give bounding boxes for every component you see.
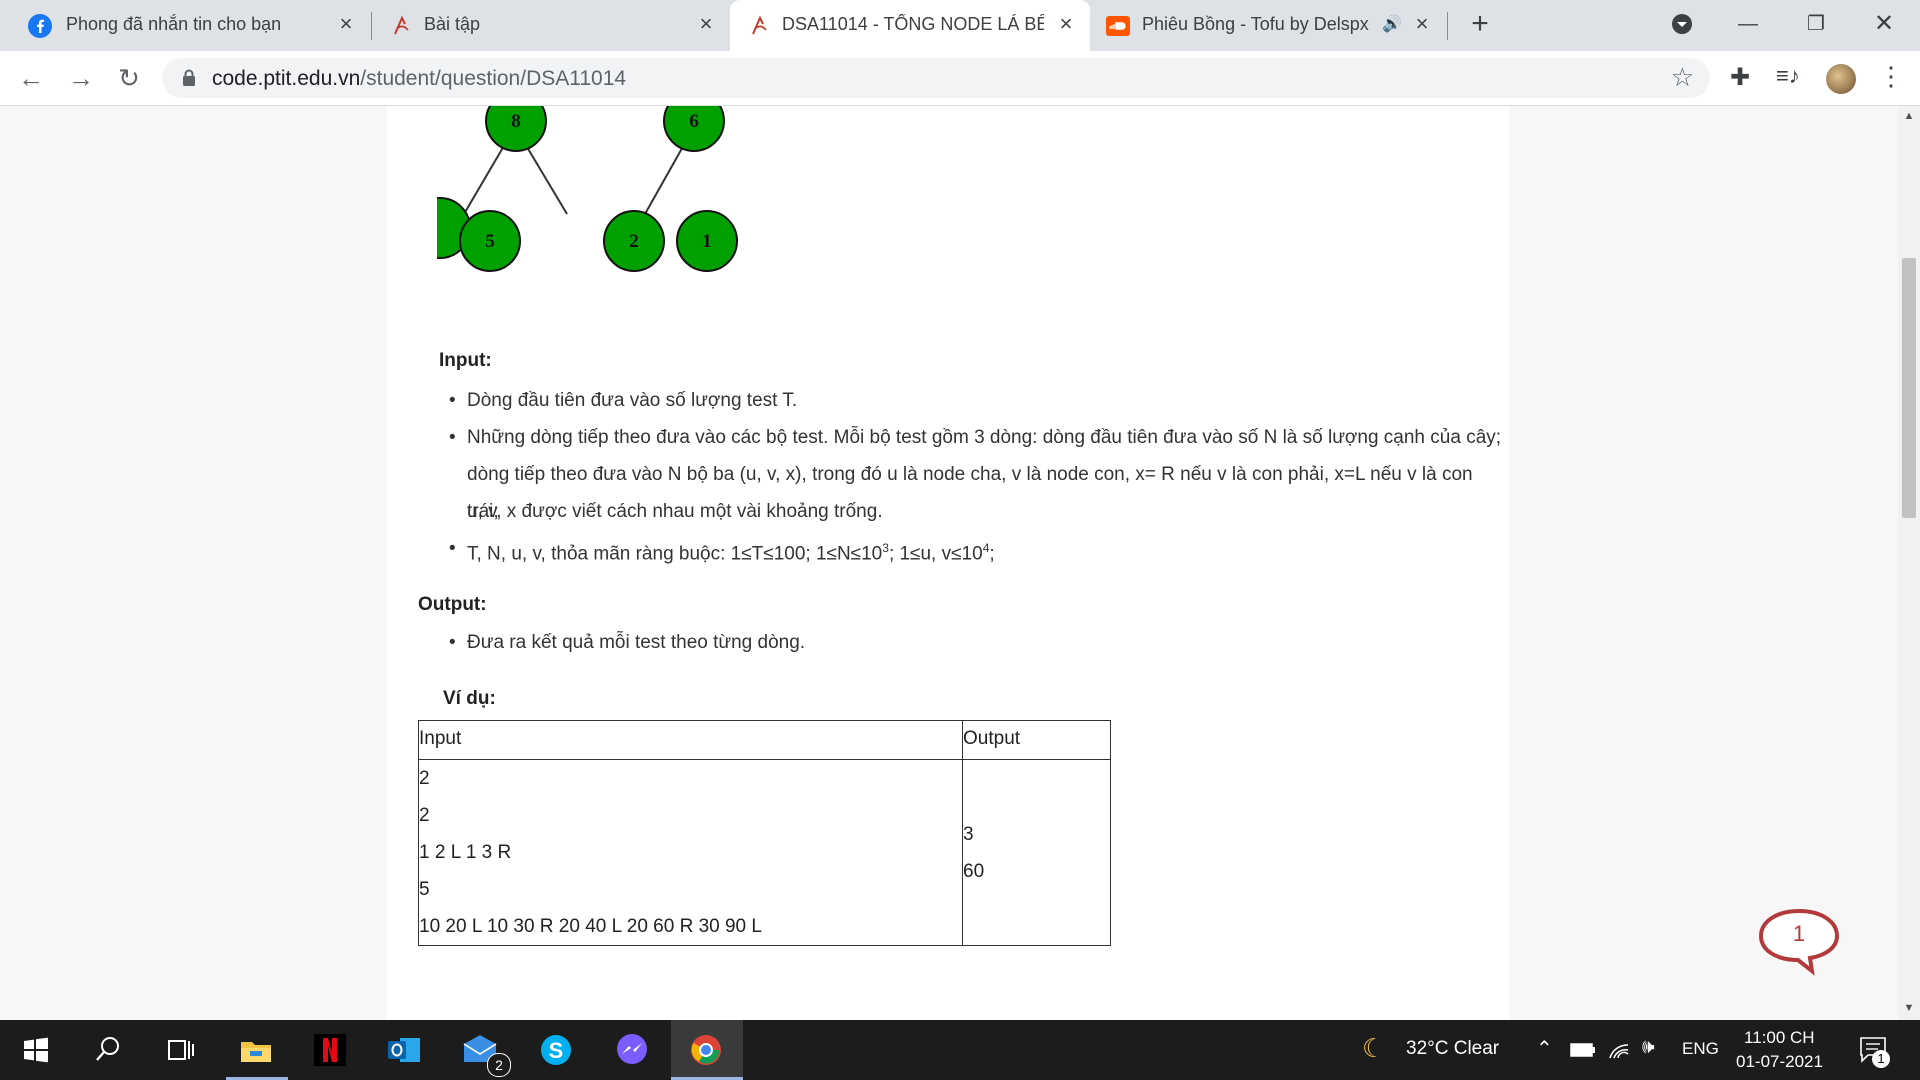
tray-chevron-icon[interactable]: ⌃	[1536, 1036, 1553, 1061]
example-input-line: 5	[419, 879, 430, 900]
tab-close-button[interactable]: ×	[1410, 12, 1434, 36]
scroll-thumb[interactable]	[1902, 258, 1916, 518]
example-input-line: 2	[419, 768, 430, 789]
page-scrollbar[interactable]: ▲ ▼	[1898, 106, 1920, 1020]
tab-search-button[interactable]	[1662, 6, 1702, 42]
tab-soundcloud[interactable]: Phiêu Bồng - Tofu by Delspx 🔊 ×	[1092, 0, 1442, 51]
svg-text:6: 6	[689, 111, 699, 132]
forward-button[interactable]: →	[66, 63, 96, 93]
tree-node-2: 2	[603, 210, 665, 272]
table-header-output: Output	[962, 720, 1111, 760]
table-header-input: Input	[418, 720, 963, 760]
tab-dsa11014[interactable]: DSA11014 - TỔNG NODE LÁ BÊN ×	[730, 0, 1090, 51]
browser-menu-icon[interactable]: ⋮	[1878, 61, 1904, 92]
svg-text:S: S	[549, 1038, 564, 1063]
tab-separator	[1447, 12, 1448, 40]
tree-node-1: 1	[676, 210, 738, 272]
input-bullet-continuation: u, v, x được viết cách nhau một vài khoả…	[467, 501, 883, 522]
ptit-code-icon	[752, 15, 767, 35]
new-tab-button[interactable]: +	[1460, 6, 1500, 42]
windows-taskbar: 2 S ☾ 32°C Clear ⌃ 🕪 ENG 11:00 CH 01-07-…	[0, 1020, 1920, 1080]
example-input-cell: 2 2 1 2 L 1 3 R 5 10 20 L 10 30 R 20 40 …	[418, 759, 963, 946]
media-control-icon[interactable]: ≡♪	[1776, 63, 1800, 89]
tab-title: Phong đã nhắn tin cho bạn	[66, 14, 282, 34]
url-text: code.ptit.edu.vn/student/question/DSA110…	[212, 67, 626, 91]
skype-icon[interactable]: S	[538, 1032, 574, 1068]
tree-node-8: 8	[485, 106, 547, 152]
restore-button[interactable]: ❐	[1796, 6, 1836, 42]
battery-icon[interactable]	[1570, 1042, 1596, 1058]
notification-count-badge: 1	[1872, 1050, 1890, 1068]
weather-text[interactable]: 32°C Clear	[1406, 1038, 1499, 1060]
bookmark-star-icon[interactable]: ☆	[1671, 62, 1694, 93]
example-table: Input Output 2 2 1 2 L 1 3 R 5 10 20 L 1…	[418, 720, 1111, 946]
clock-time[interactable]: 11:00 CH	[1744, 1028, 1815, 1048]
netflix-icon[interactable]	[312, 1032, 348, 1068]
volume-icon[interactable]: 🕪	[1642, 1036, 1655, 1059]
svg-text:2: 2	[629, 231, 639, 252]
messenger-icon[interactable]	[614, 1032, 650, 1068]
tab-close-button[interactable]: ×	[1054, 12, 1078, 36]
output-heading: Output:	[418, 594, 487, 615]
file-explorer-icon[interactable]	[238, 1032, 274, 1068]
svg-text:8: 8	[511, 111, 521, 132]
chevron-down-icon	[1672, 14, 1692, 34]
language-indicator[interactable]: ENG	[1682, 1039, 1719, 1059]
tab-title: Phiêu Bồng - Tofu by Delspx	[1142, 14, 1369, 34]
lock-icon	[183, 69, 195, 86]
example-output-cell: 3 60	[962, 759, 1111, 946]
mail-badge: 2	[487, 1053, 511, 1077]
soundcloud-icon	[1106, 16, 1130, 36]
tree-leaf-row: 5 2 1	[459, 210, 738, 272]
tab-facebook[interactable]: Phong đã nhắn tin cho bạn ×	[0, 0, 368, 51]
example-input-line: 2	[419, 805, 430, 826]
chat-badge-count: 1	[1793, 921, 1805, 946]
windows-start-icon[interactable]	[18, 1032, 54, 1068]
chrome-icon[interactable]	[688, 1032, 724, 1068]
chat-bubble-icon[interactable]: 1	[1758, 908, 1840, 976]
input-bullet: • Dòng đầu tiên đưa vào số lượng test T.	[449, 390, 798, 411]
tab-title: Bài tập	[424, 14, 481, 34]
ptit-code-icon	[394, 15, 409, 35]
reload-button[interactable]: ↻	[114, 63, 144, 93]
clock-date[interactable]: 01-07-2021	[1736, 1052, 1823, 1072]
tree-node-5: 5	[459, 210, 521, 272]
profile-avatar[interactable]	[1826, 64, 1856, 94]
example-output-line: 3	[963, 823, 974, 845]
example-input-line: 10 20 L 10 30 R 20 40 L 20 60 R 30 90 L	[419, 916, 762, 937]
svg-text:1: 1	[702, 231, 712, 252]
example-input-line: 1 2 L 1 3 R	[419, 842, 512, 863]
tab-bai-tap[interactable]: Bài tập ×	[372, 0, 728, 51]
example-output-line: 60	[963, 860, 985, 882]
tab-close-button[interactable]: ×	[334, 12, 358, 36]
facebook-icon	[28, 14, 52, 38]
page-viewport: 8 6 5 2 1 Input: • Dòng đầu tiên đưa vào …	[0, 106, 1898, 1020]
constraint-bullet: • T, N, u, v, thỏa mãn ràng buộc: 1≤T≤100…	[449, 538, 995, 565]
input-heading: Input:	[439, 350, 492, 371]
tree-node-6: 6	[663, 106, 725, 152]
minimize-button[interactable]: —	[1728, 6, 1768, 42]
example-heading: Ví dụ:	[443, 688, 496, 709]
outlook-icon[interactable]	[386, 1032, 422, 1068]
close-window-button[interactable]: ✕	[1864, 6, 1904, 42]
tab-strip: Phong đã nhắn tin cho bạn × Bài tập × DS…	[0, 0, 1920, 51]
back-button[interactable]: ←	[16, 63, 46, 93]
url-host: code.ptit.edu.vn	[212, 67, 361, 90]
svg-text:5: 5	[485, 231, 495, 252]
scroll-up-arrow[interactable]: ▲	[1898, 110, 1920, 126]
tab-close-button[interactable]: ×	[694, 12, 718, 36]
search-icon[interactable]	[90, 1032, 126, 1068]
extensions-icon[interactable]: ✚	[1730, 63, 1750, 92]
scroll-down-arrow[interactable]: ▼	[1898, 1002, 1920, 1018]
speaker-icon[interactable]: 🔊	[1382, 14, 1402, 34]
moon-weather-icon: ☾	[1362, 1033, 1386, 1063]
browser-toolbar: ← → ↻ code.ptit.edu.vn/student/question/…	[0, 51, 1920, 106]
output-bullet: • Đưa ra kết quả mỗi test theo từng dòng.	[449, 632, 806, 653]
input-bullet: • Những dòng tiếp theo đưa vào các bộ tes…	[449, 427, 1502, 448]
wifi-icon[interactable]	[1608, 1041, 1630, 1059]
tab-title: DSA11014 - TỔNG NODE LÁ BÊN	[782, 14, 1044, 34]
url-path: /student/question/DSA11014	[360, 67, 627, 90]
address-bar[interactable]: code.ptit.edu.vn/student/question/DSA110…	[162, 58, 1710, 98]
task-view-icon[interactable]	[162, 1032, 198, 1068]
